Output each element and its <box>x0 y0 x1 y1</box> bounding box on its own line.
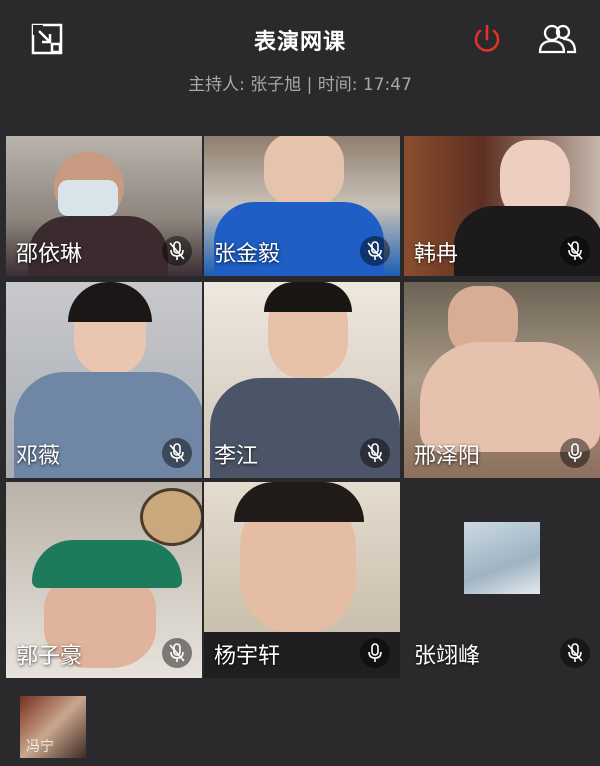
top-bar: 表演网课 主持人: 张子旭 | 时间: 17:47 <box>0 0 600 130</box>
members-icon[interactable] <box>534 18 582 60</box>
participant-name: 邢泽阳 <box>414 444 481 469</box>
person-cap <box>32 540 182 588</box>
mic-muted-icon <box>560 638 590 668</box>
person-hair <box>234 482 364 522</box>
participant-thumbnail[interactable]: 冯宁 <box>20 696 86 758</box>
video-tile[interactable]: 韩冉 <box>404 136 600 276</box>
video-tile[interactable]: 杨宇轩 <box>204 482 400 678</box>
meeting-title: 表演网课 <box>253 30 346 55</box>
person-face <box>264 136 344 206</box>
video-tile[interactable]: 张翊峰 <box>404 482 600 678</box>
mic-icon <box>560 438 590 468</box>
mic-muted-icon <box>360 438 390 468</box>
participant-name: 韩冉 <box>414 242 459 267</box>
participant-name: 邓薇 <box>16 444 61 469</box>
avatar <box>464 522 540 594</box>
video-tile[interactable]: 邓薇 <box>6 282 202 478</box>
participant-name: 杨宇轩 <box>214 644 281 669</box>
person-hair <box>264 282 352 312</box>
mic-muted-icon <box>560 236 590 266</box>
mic-icon <box>360 638 390 668</box>
mic-muted-icon <box>360 236 390 266</box>
participant-name: 李江 <box>214 444 259 469</box>
meeting-host-time: 主持人: 张子旭 | 时间: 17:47 <box>188 75 412 95</box>
video-tile[interactable]: 郭子豪 <box>6 482 202 678</box>
mic-muted-icon <box>162 638 192 668</box>
video-tile[interactable]: 邢泽阳 <box>404 282 600 478</box>
video-tile[interactable]: 邵依琳 <box>6 136 202 276</box>
participant-name: 邵依琳 <box>16 242 83 267</box>
mic-muted-icon <box>162 438 192 468</box>
power-icon[interactable] <box>466 18 508 60</box>
face-mask <box>58 180 118 216</box>
hand <box>420 342 600 452</box>
wall-clock <box>140 488 202 546</box>
mic-muted-icon <box>162 236 192 266</box>
participant-name: 张金毅 <box>214 242 281 267</box>
participant-name: 郭子豪 <box>16 644 83 669</box>
video-tile[interactable]: 张金毅 <box>204 136 400 276</box>
participant-name: 张翊峰 <box>414 644 481 669</box>
participant-name: 冯宁 <box>26 739 54 755</box>
video-tile[interactable]: 李江 <box>204 282 400 478</box>
